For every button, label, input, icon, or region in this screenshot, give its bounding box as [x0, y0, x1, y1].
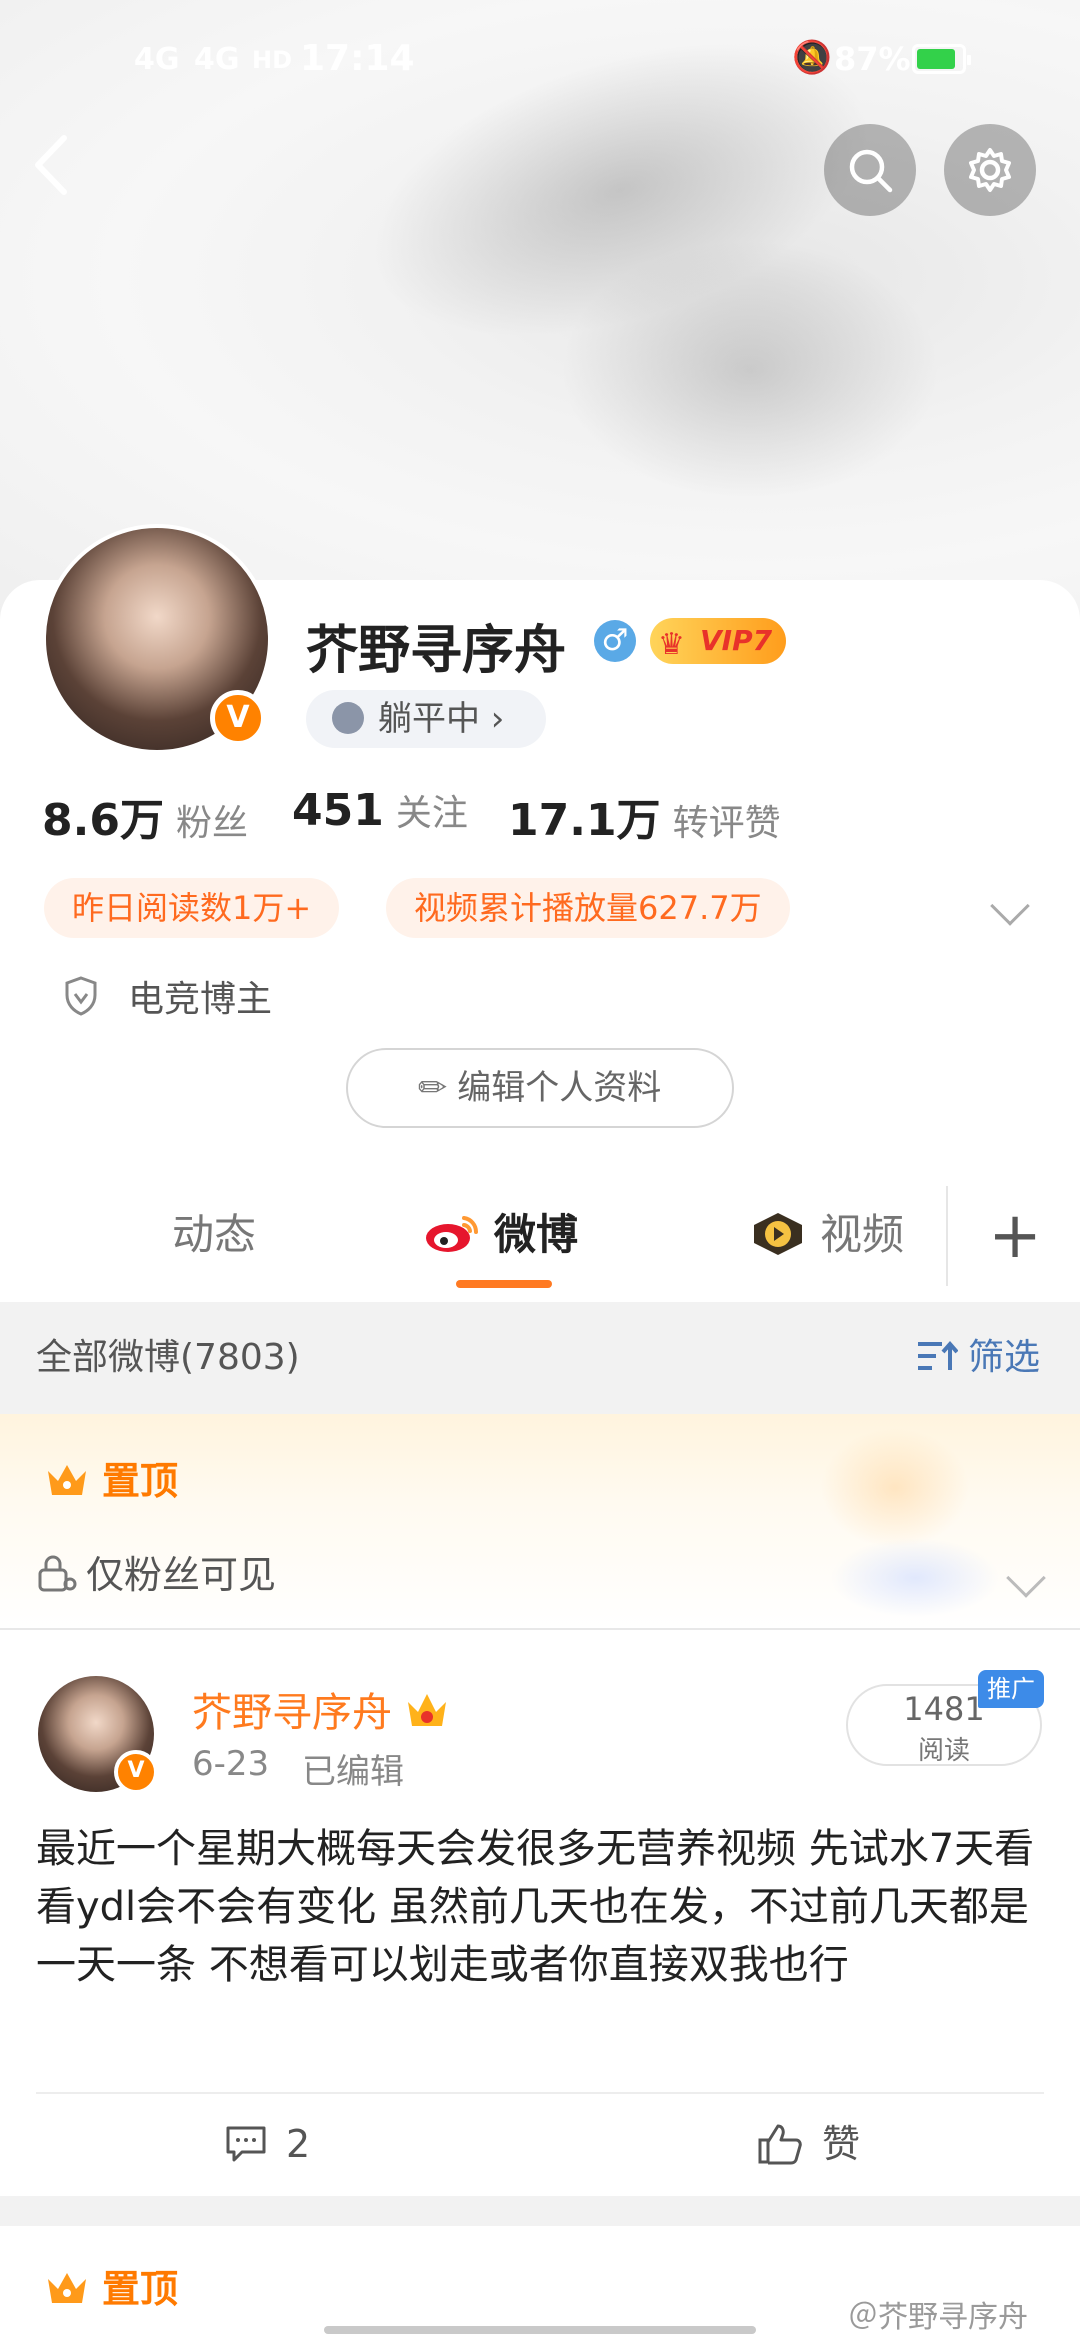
feed-filter-bar: 全部微博(7803) 筛选	[0, 1302, 1080, 1414]
crown-icon	[48, 1464, 86, 1495]
vip-crown-icon: ♛	[658, 627, 685, 662]
pinned-label-text: 置顶	[102, 1459, 179, 1503]
comment-count: 2	[286, 2122, 311, 2166]
yesterday-reads-pill[interactable]: 昨日阅读数1万+	[44, 878, 340, 938]
gear-icon	[969, 148, 1011, 192]
male-gender-icon: ♂	[594, 620, 636, 662]
reposts-label: 转评赞	[672, 803, 781, 844]
search-button[interactable]	[824, 124, 916, 216]
tab-weibo-label: 微博	[494, 1210, 579, 1259]
bunny-cloud-decoration	[830, 1538, 1000, 1618]
battery-percent: 87%	[834, 40, 911, 78]
watermark: ＠芥野寻序舟	[848, 2300, 1028, 2335]
reposts-count: 17.1万	[508, 795, 661, 846]
fans-only-visibility: 仅粉丝可见	[36, 1544, 276, 1599]
tab-dynamics-label: 动态	[172, 1210, 257, 1259]
post-date: 6-23	[192, 1744, 270, 1784]
mute-bell-icon: 🔕	[792, 38, 832, 76]
like-button[interactable]: 赞	[756, 2114, 860, 2174]
lock-people-icon	[38, 1555, 77, 1591]
crown-icon	[48, 2272, 86, 2303]
post-body: 最近一个星期大概每天会发很多无营养视频 先试水7天看看ydl会不会有变化 虽然前…	[36, 1826, 1035, 1988]
signal-4g-2: 4G	[194, 42, 240, 77]
add-tab-plus-icon[interactable]: +	[980, 1196, 1050, 1276]
back-arrow-icon[interactable]	[30, 130, 90, 200]
all-posts-count[interactable]: 全部微博(7803)	[36, 1302, 300, 1414]
cover-butterfly-art-wing	[560, 240, 940, 500]
fans-label: 粉丝	[175, 803, 248, 844]
weibo-logo-icon	[426, 1215, 479, 1252]
promote-tag[interactable]: 推广	[978, 1670, 1044, 1708]
read-count-label: 阅读	[917, 1736, 970, 1766]
comment-button[interactable]: 2	[224, 2114, 310, 2174]
tab-video[interactable]: 视频	[750, 1180, 904, 1290]
signal-4g-1: 4G	[134, 42, 180, 77]
video-play-icon	[754, 1212, 802, 1255]
tab-divider	[946, 1186, 948, 1286]
thumbs-up-icon	[758, 2124, 802, 2164]
following-count: 451	[292, 785, 384, 836]
feed-gap	[0, 2196, 1080, 2226]
tab-dynamics[interactable]: 动态	[172, 1180, 256, 1290]
profile-name: 芥野寻序舟	[306, 621, 567, 681]
status-bar: 4G 4G HD 17:14 🔕 87%	[0, 32, 1080, 88]
divider	[0, 1628, 1080, 1630]
settings-button[interactable]	[944, 124, 1036, 216]
vip-level-label: VIP7	[700, 624, 773, 657]
verified-v-badge-icon: V	[210, 690, 266, 746]
pinned-label-2-text: 置顶	[102, 2267, 179, 2311]
filter-button[interactable]: 筛选	[916, 1302, 1040, 1414]
video-plays-pill[interactable]: 视频累计播放量627.7万	[386, 878, 790, 938]
pinned-label-2: 置顶	[44, 2258, 178, 2313]
post-divider	[36, 2092, 1044, 2094]
active-tab-indicator	[456, 1280, 552, 1288]
home-indicator	[324, 2326, 756, 2334]
shield-icon	[65, 976, 97, 1016]
verified-v-badge-icon: V	[114, 1750, 158, 1794]
pinned-section[interactable]: 置顶 仅粉丝可见	[0, 1414, 1080, 1630]
status-chip-label: 躺平中 ›	[378, 699, 505, 739]
post-author-name[interactable]: 芥野寻序舟	[192, 1680, 450, 1738]
hd-icon: HD	[252, 46, 293, 74]
profile-tabs: 动态 微博 视频	[0, 1180, 1080, 1300]
pinned-chevron-down-icon[interactable]	[1006, 1558, 1046, 1598]
tab-video-label: 视频	[820, 1210, 905, 1259]
battery-fill	[917, 49, 955, 69]
filter-label: 筛选	[968, 1337, 1041, 1378]
fans-count: 8.6万	[42, 795, 164, 846]
following-stat[interactable]: 451 关注	[292, 784, 468, 836]
lying-flat-icon	[332, 702, 364, 734]
edit-profile-button[interactable]: ✎编辑个人资料	[346, 1048, 734, 1128]
search-icon	[849, 149, 893, 193]
status-chip[interactable]: 躺平中 ›	[306, 690, 546, 748]
certification-label: 电竞博主	[128, 979, 273, 1020]
vip-crown-icon	[408, 1694, 446, 1726]
post-edited: 已编辑	[302, 1752, 404, 1792]
comment-icon	[226, 2126, 266, 2161]
edit-profile-label: 编辑个人资料	[457, 1068, 662, 1108]
fans-stat[interactable]: 8.6万 粉丝	[42, 784, 248, 848]
following-label: 关注	[395, 793, 468, 834]
fans-only-label: 仅粉丝可见	[86, 1553, 277, 1597]
like-label: 赞	[822, 2122, 861, 2166]
post-author-name-text: 芥野寻序舟	[192, 1690, 392, 1736]
reposts-stat[interactable]: 17.1万 转评赞	[508, 784, 781, 848]
battery-icon	[912, 44, 971, 74]
status-time: 17:14	[300, 38, 415, 79]
vip-badge[interactable]: ♛ VIP7	[650, 618, 787, 664]
pinned-label: 置顶	[44, 1450, 178, 1505]
tab-weibo[interactable]: 微博	[424, 1180, 578, 1290]
crown-decoration	[820, 1428, 970, 1548]
filter-icon	[918, 1340, 958, 1370]
